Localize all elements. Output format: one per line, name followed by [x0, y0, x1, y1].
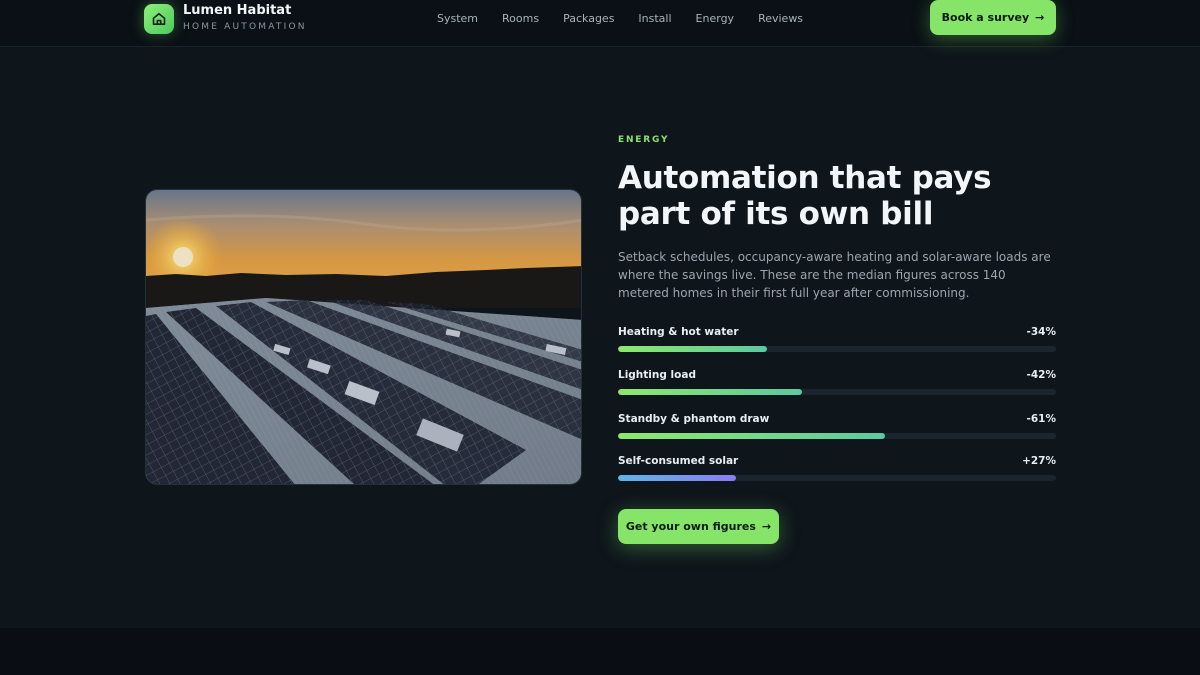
metric-label: Heating & hot water: [618, 326, 739, 338]
brand-tagline: HOME AUTOMATION: [183, 22, 307, 32]
home-icon: [144, 3, 174, 34]
metric-label: Self-consumed solar: [618, 455, 739, 467]
next-section-band: [0, 628, 1200, 675]
metric-fill: [618, 433, 886, 439]
metric-heating: Heating & hot water -34%: [618, 325, 1056, 355]
book-survey-button[interactable]: Book a survey →: [930, 0, 1056, 35]
section-lead: Setback schedules, occupancy-aware heati…: [618, 250, 1051, 300]
metric-fill: [618, 389, 802, 395]
site-header: Lumen Habitat HOME AUTOMATION System Roo…: [0, 0, 1200, 47]
get-figures-button[interactable]: Get your own figures →: [618, 509, 779, 544]
metric-lighting: Lighting load -42%: [618, 368, 1056, 398]
metric-value: -61%: [1026, 413, 1057, 425]
brand[interactable]: Lumen Habitat HOME AUTOMATION: [144, 3, 307, 34]
metric-value: -34%: [1026, 326, 1057, 338]
arrow-right-icon: →: [1035, 11, 1045, 24]
metric-track: [618, 346, 1056, 352]
metric-track: [618, 475, 1056, 481]
metric-label: Standby & phantom draw: [618, 413, 770, 425]
section-eyebrow: ENERGY: [618, 135, 670, 145]
metric-fill: [618, 346, 767, 352]
metric-track: [618, 433, 1056, 439]
main-nav: System Rooms Packages Install Energy Rev…: [437, 12, 827, 26]
metric-track: [618, 389, 1056, 395]
nav-link-rooms[interactable]: Rooms: [502, 12, 539, 26]
arrow-right-icon: →: [761, 520, 772, 533]
solar-roof-photo: [145, 189, 582, 485]
book-survey-label: Book a survey: [941, 11, 1030, 24]
metric-solar: Self-consumed solar +27%: [618, 454, 1056, 484]
metric-fill: [618, 475, 737, 481]
nav-link-install[interactable]: Install: [638, 12, 671, 26]
metric-label: Lighting load: [618, 369, 696, 381]
get-figures-label: Get your own figures: [625, 520, 756, 533]
nav-link-energy[interactable]: Energy: [696, 12, 735, 26]
section-headline: Automation that pays part of its own bil…: [618, 160, 992, 232]
metric-value: -42%: [1026, 369, 1057, 381]
nav-link-packages[interactable]: Packages: [563, 12, 614, 26]
nav-link-system[interactable]: System: [437, 12, 478, 26]
nav-link-reviews[interactable]: Reviews: [758, 12, 803, 26]
brand-name: Lumen Habitat: [183, 3, 292, 18]
metric-standby: Standby & phantom draw -61%: [618, 412, 1056, 442]
metric-value: +27%: [1022, 455, 1056, 467]
